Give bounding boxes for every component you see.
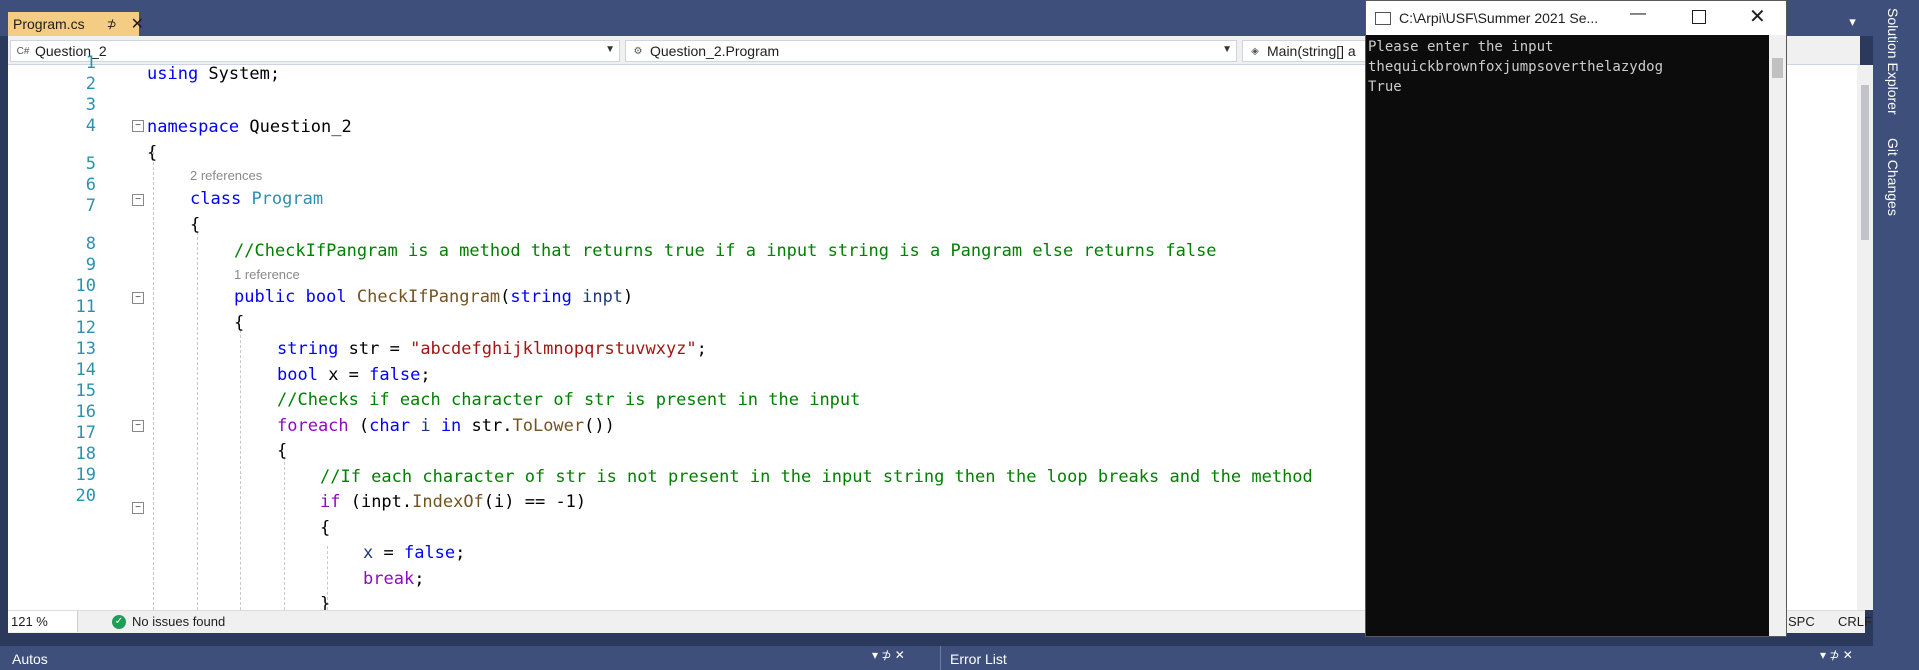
code-line-13: foreach (char i in str.ToLower()) <box>277 416 615 436</box>
maximize-icon[interactable] <box>1692 10 1706 24</box>
minimize-icon[interactable]: — <box>1630 5 1646 23</box>
console-app-icon <box>1375 11 1391 25</box>
error-list-panel-title[interactable]: Error List <box>950 651 1007 667</box>
codelens-references[interactable]: 1 reference <box>234 267 300 282</box>
code-line-17: { <box>320 518 331 538</box>
console-title: C:\Arpi\USF\Summer 2021 Se... <box>1399 10 1599 26</box>
zoom-level-dropdown[interactable]: 121 % <box>8 611 78 632</box>
indent-guide <box>197 232 198 610</box>
error-list-panel-controls[interactable]: ▾ ⊅ ✕ <box>1820 648 1853 662</box>
code-line-20: } <box>320 594 331 610</box>
collapse-icon[interactable]: − <box>132 194 144 206</box>
console-scrollbar[interactable] <box>1769 35 1786 636</box>
whitespace-indicator[interactable]: SPC <box>1788 614 1815 629</box>
code-line-3: namespace Question_2 <box>147 117 352 137</box>
code-line-10: string str = "abcdefghijklmnopqrstuvwxyz… <box>277 339 707 359</box>
line-ending-indicator[interactable]: CRLF <box>1838 614 1872 629</box>
console-output: Please enter the input thequickbrownfoxj… <box>1368 39 1664 95</box>
close-icon[interactable]: ✕ <box>1749 4 1766 29</box>
panel-divider <box>940 646 941 670</box>
indent-guide <box>153 147 154 610</box>
console-title-bar[interactable]: C:\Arpi\USF\Summer 2021 Se... — ✕ <box>1366 1 1786 35</box>
indent-guide <box>284 457 285 610</box>
solution-explorer-tab[interactable]: Solution Explorer <box>1885 8 1901 115</box>
code-line-19: break; <box>363 569 425 589</box>
code-line-9: { <box>234 313 245 333</box>
collapse-icon[interactable]: − <box>132 420 144 432</box>
check-circle-icon: ✓ <box>112 614 126 629</box>
autos-panel-controls[interactable]: ▾ ⊅ ✕ <box>872 648 905 662</box>
autos-panel-title[interactable]: Autos <box>12 651 48 667</box>
code-line-6: { <box>190 215 201 235</box>
indent-guide <box>240 330 241 610</box>
editor-scroll-thumb[interactable] <box>1861 85 1869 240</box>
collapse-icon[interactable]: − <box>132 502 144 514</box>
console-window[interactable]: C:\Arpi\USF\Summer 2021 Se... — ✕ Please… <box>1365 0 1787 637</box>
console-scroll-thumb[interactable] <box>1772 58 1783 78</box>
git-changes-tab[interactable]: Git Changes <box>1885 138 1901 216</box>
issues-indicator[interactable]: ✓ No issues found <box>112 614 225 629</box>
code-lines: − − − − − using System; namespace Questi… <box>0 0 1365 610</box>
code-line-8: public bool CheckIfPangram(string inpt) <box>234 287 634 307</box>
code-line-1: using System; <box>147 64 281 84</box>
collapse-icon[interactable]: − <box>132 120 144 132</box>
code-line-11: bool x = false; <box>277 365 431 385</box>
code-line-5: class Program <box>190 189 324 209</box>
collapse-icon[interactable]: − <box>132 292 144 304</box>
side-tool-tabs: Solution Explorer Git Changes <box>1873 0 1919 646</box>
code-line-7: //CheckIfPangram is a method that return… <box>234 241 1217 261</box>
code-line-16: if (inpt.IndexOf(i) == -1) <box>320 492 587 512</box>
code-line-14: { <box>277 441 288 461</box>
code-line-15: //If each character of str is not presen… <box>320 467 1313 487</box>
tab-list-dropdown-icon[interactable]: ▾ <box>1849 14 1856 29</box>
code-line-18: x = false; <box>363 543 466 563</box>
issues-label: No issues found <box>132 614 226 629</box>
codelens-references[interactable]: 2 references <box>190 168 262 183</box>
code-line-12: //Checks if each character of str is pre… <box>277 390 861 410</box>
code-line-4: { <box>147 143 158 163</box>
